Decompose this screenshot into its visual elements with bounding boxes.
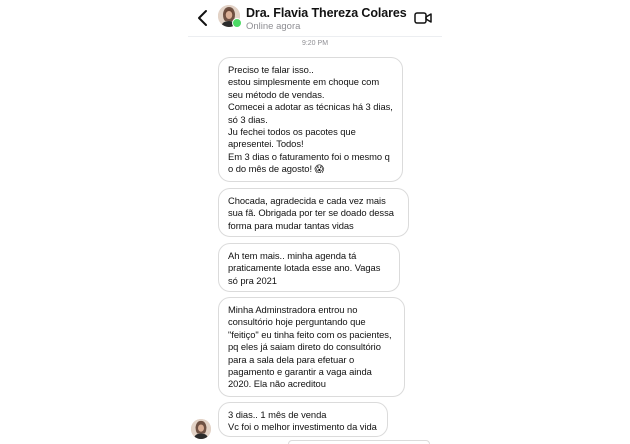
- partial-message-bubble: [288, 440, 430, 444]
- message-bubble[interactable]: Chocada, agradecida e cada vez mais sua …: [218, 188, 409, 237]
- avatar-image-icon: [191, 419, 211, 439]
- message-bubble[interactable]: Ah tem mais.. minha agenda tá praticamen…: [218, 243, 400, 292]
- contact-avatar-wrap[interactable]: [218, 5, 242, 28]
- message-bubble[interactable]: 3 dias.. 1 mês de venda Vc foi o melhor …: [218, 402, 388, 437]
- contact-name[interactable]: Dra. Flavia Thereza Colares: [246, 6, 407, 20]
- sender-avatar[interactable]: [191, 419, 211, 439]
- video-camera-icon[interactable]: [414, 10, 432, 26]
- chat-header: Dra. Flavia Thereza Colares Online agora: [188, 0, 442, 37]
- message-bubble[interactable]: Minha Adminstradora entrou no consultóri…: [218, 297, 405, 397]
- message-timestamp: 9:20 PM: [301, 40, 329, 47]
- contact-status: Online agora: [246, 21, 301, 32]
- message-bubble[interactable]: Preciso te falar isso.. estou simplesmen…: [218, 57, 403, 182]
- online-status-dot: [232, 18, 242, 28]
- chevron-left-icon[interactable]: [196, 9, 210, 27]
- chat-screen: Dra. Flavia Thereza Colares Online agora…: [188, 0, 442, 444]
